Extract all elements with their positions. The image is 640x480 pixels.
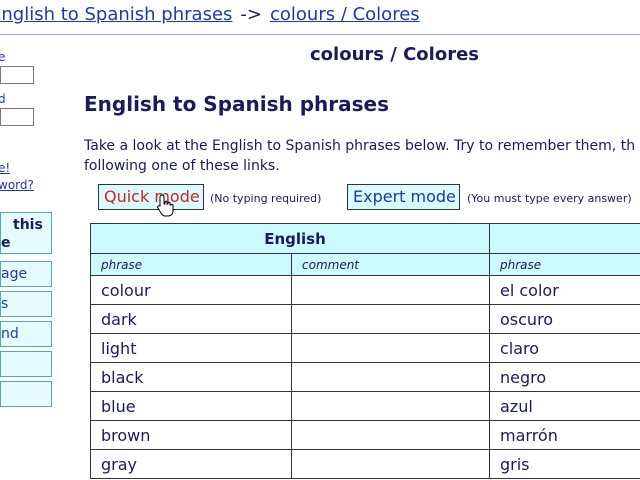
intro-line-2: following one of these links. xyxy=(84,158,280,174)
spanish-phrase: marrón xyxy=(489,420,640,450)
sidebar-item-6[interactable] xyxy=(0,381,52,407)
breadcrumb-separator: -> xyxy=(240,4,262,25)
phrase-comment xyxy=(291,362,490,392)
table-group-header: English xyxy=(90,223,640,254)
table-row: gray gris xyxy=(90,449,640,479)
column-comment: comment xyxy=(291,253,490,276)
breadcrumb-colours-link[interactable]: colours / Colores xyxy=(270,4,420,25)
spanish-phrase: el color xyxy=(489,275,640,305)
breadcrumb: English to Spanish phrases -> colours / Co… xyxy=(0,0,640,35)
column-phrase-spanish: phrase xyxy=(489,253,640,276)
table-row: colour el color xyxy=(90,275,640,305)
spanish-phrase: oscuro xyxy=(489,304,640,334)
username-input[interactable] xyxy=(0,66,34,84)
phrase-comment xyxy=(291,391,490,421)
sidebar-box-heading-line1: this xyxy=(13,217,43,233)
hand-pointer-icon xyxy=(157,194,174,217)
table-row: light claro xyxy=(90,333,640,363)
sidebar-box-heading-line2: e xyxy=(1,235,11,251)
phrases-table: English phrase comment phrase colour el … xyxy=(90,223,640,479)
table-column-header: phrase comment phrase xyxy=(90,253,640,276)
spanish-phrase: claro xyxy=(489,333,640,363)
english-phrase: black xyxy=(90,362,292,392)
english-phrase: light xyxy=(90,333,292,363)
spanish-phrase: azul xyxy=(489,391,640,421)
spanish-phrase: gris xyxy=(489,449,640,479)
phrase-comment xyxy=(291,449,490,479)
login-username-label: e xyxy=(0,50,6,64)
english-phrase: blue xyxy=(90,391,292,421)
login-password-label: d xyxy=(0,92,6,106)
sidebar-item-nd[interactable]: nd xyxy=(0,321,52,347)
section-title: English to Spanish phrases xyxy=(84,92,389,116)
spanish-phrase: negro xyxy=(489,362,640,392)
table-row: black negro xyxy=(90,362,640,392)
register-link[interactable]: e! xyxy=(0,161,10,175)
forgot-password-link[interactable]: word? xyxy=(0,178,34,192)
phrase-comment xyxy=(291,304,490,334)
english-phrase: dark xyxy=(90,304,292,334)
spanish-column-group xyxy=(489,223,640,254)
sidebar-item-5[interactable] xyxy=(0,351,52,377)
breadcrumb-english-spanish-link[interactable]: English to Spanish phrases xyxy=(0,4,232,25)
quick-mode-note: (No typing required) xyxy=(210,192,322,205)
phrase-comment xyxy=(291,333,490,363)
expert-mode-note: (You must type every answer) xyxy=(467,192,632,205)
english-column-group: English xyxy=(90,223,490,254)
table-row: blue azul xyxy=(90,391,640,421)
intro-line-1: Take a look at the English to Spanish ph… xyxy=(84,138,636,154)
english-phrase: brown xyxy=(90,420,292,450)
intro-text: Take a look at the English to Spanish ph… xyxy=(84,136,640,176)
expert-mode-button[interactable]: Expert mode xyxy=(347,184,460,210)
quick-mode-button[interactable]: Quick mode xyxy=(98,184,204,210)
sidebar-item-s[interactable]: s xyxy=(0,291,52,317)
column-phrase-english: phrase xyxy=(90,253,292,276)
english-phrase: gray xyxy=(90,449,292,479)
sidebar-item-page[interactable]: age xyxy=(0,261,52,287)
table-row: dark oscuro xyxy=(90,304,640,334)
phrase-comment xyxy=(291,275,490,305)
password-input[interactable] xyxy=(0,108,34,126)
page-title: colours / Colores xyxy=(310,44,479,65)
english-phrase: colour xyxy=(90,275,292,305)
sidebar-box-heading: this e xyxy=(0,212,52,254)
table-row: brown marrón xyxy=(90,420,640,450)
phrase-comment xyxy=(291,420,490,450)
